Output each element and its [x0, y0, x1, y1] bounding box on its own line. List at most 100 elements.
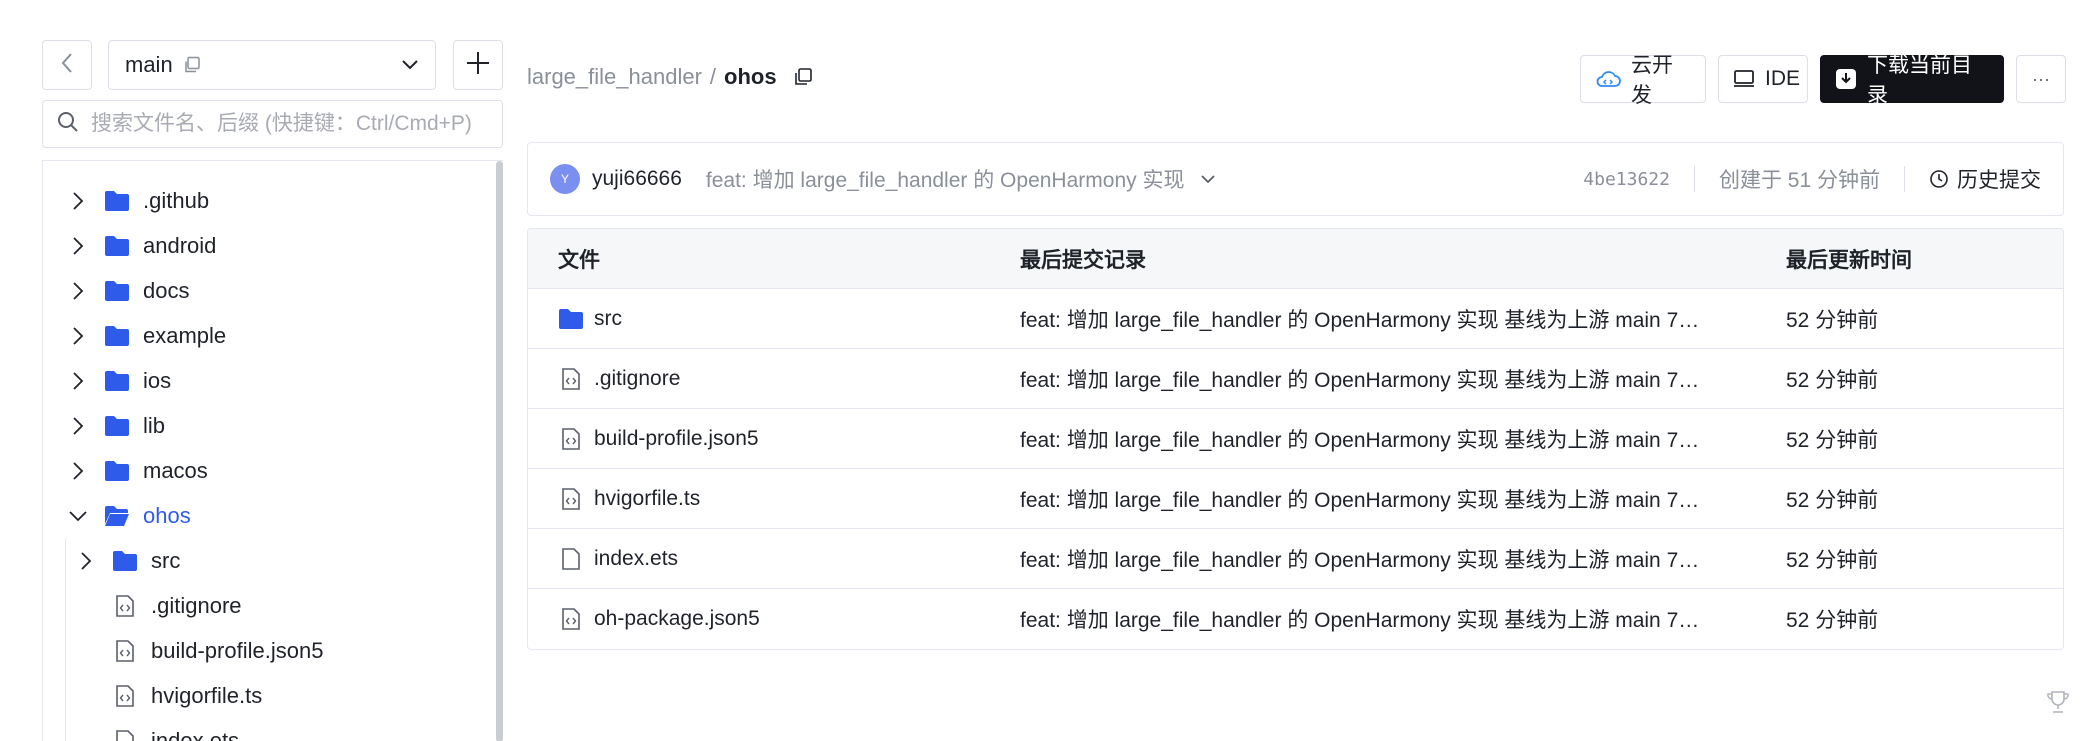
tree-item[interactable]: macos [63, 451, 208, 491]
history-button[interactable]: 历史提交 [1929, 164, 2041, 194]
chevron-right-icon[interactable] [63, 326, 93, 346]
folder-icon [103, 370, 131, 392]
file-name-cell[interactable]: src [558, 307, 622, 331]
commit-author[interactable]: yuji66666 [592, 167, 682, 191]
tree-item-label: .github [143, 188, 210, 213]
folder-icon [103, 235, 131, 257]
search-icon [57, 111, 79, 138]
tree-item[interactable]: example [63, 316, 226, 356]
chevron-right-icon[interactable] [63, 236, 93, 256]
copy-icon[interactable] [793, 67, 813, 87]
chevron-right-icon[interactable] [63, 191, 93, 211]
chevron-down-icon[interactable] [63, 510, 93, 522]
updated-time-cell: 52 分钟前 [1786, 548, 1879, 572]
file-name-cell[interactable]: build-profile.json5 [558, 427, 759, 451]
add-button[interactable] [453, 40, 503, 90]
branch-select[interactable]: main [108, 40, 436, 90]
avatar[interactable]: Y [550, 164, 580, 194]
folder-icon [103, 460, 131, 482]
tree-item[interactable]: .github [63, 181, 209, 221]
more-icon: ··· [2032, 68, 2050, 89]
tree-item-label: .gitignore [151, 593, 242, 618]
search-input[interactable] [91, 112, 488, 136]
file-name-cell[interactable]: hvigorfile.ts [558, 487, 700, 511]
cloud-dev-button[interactable]: 云开发 [1580, 54, 1706, 107]
tree-item[interactable]: build-profile.json5 [71, 631, 323, 671]
chevron-right-icon[interactable] [71, 551, 101, 571]
table-row[interactable]: build-profile.json5 feat: 增加 large_file_h… [528, 409, 2063, 469]
tree-item-label: android [143, 233, 217, 258]
folder-icon [103, 280, 131, 302]
folder-open-icon [103, 505, 131, 527]
tree-item[interactable]: ohos [63, 496, 191, 536]
history-label: 历史提交 [1957, 169, 2041, 192]
table-row[interactable]: index.ets feat: 增加 large_file_handler 的 O… [528, 529, 2063, 589]
file-icon [111, 729, 139, 741]
back-button[interactable] [42, 40, 92, 90]
file-table: 文件 最后提交记录 最后更新时间 src feat: 增加 large_file_… [527, 228, 2064, 650]
file-name[interactable]: hvigorfile.ts [594, 487, 700, 511]
file-name[interactable]: build-profile.json5 [594, 427, 759, 451]
tree-item[interactable]: index.ets [71, 721, 239, 741]
chevron-right-icon[interactable] [63, 371, 93, 391]
tree-item-label: docs [143, 278, 190, 303]
commit-message-cell[interactable]: feat: 增加 large_file_handler 的 OpenHarmon… [1020, 424, 1730, 454]
divider [1904, 166, 1905, 192]
tree-item[interactable]: lib [63, 406, 165, 446]
commit-message-cell[interactable]: feat: 增加 large_file_handler 的 OpenHarmon… [1020, 484, 1730, 514]
cloud-dev-label: 云开发 [1631, 54, 1673, 107]
tree-item-label: macos [143, 458, 208, 483]
table-row[interactable]: oh-package.json5 feat: 增加 large_file_hand… [528, 589, 2063, 649]
folder-icon [103, 325, 131, 347]
table-row[interactable]: hvigorfile.ts feat: 增加 large_file_handler… [528, 469, 2063, 529]
tree-item-label: lib [143, 413, 166, 438]
tree-item[interactable]: .gitignore [71, 586, 242, 626]
ide-button[interactable]: IDE [1718, 55, 1808, 103]
tree-scrollbar[interactable] [496, 161, 503, 741]
clock-icon [1929, 169, 1949, 189]
trophy-icon[interactable] [2030, 662, 2086, 741]
chevron-right-icon[interactable] [63, 461, 93, 481]
branch-name: main [125, 52, 173, 77]
table-row[interactable]: src feat: 增加 large_file_handler 的 OpenHar… [528, 289, 2063, 349]
table-row[interactable]: .gitignore feat: 增加 large_file_handler 的 … [528, 349, 2063, 409]
tree-item-label: ohos [143, 503, 191, 528]
file-search[interactable] [42, 100, 503, 148]
tree-item[interactable]: ios [63, 361, 171, 401]
commit-hash[interactable]: 4be13622 [1583, 169, 1670, 190]
commit-message-cell[interactable]: feat: 增加 large_file_handler 的 OpenHarmon… [1020, 364, 1730, 394]
commit-message-cell[interactable]: feat: 增加 large_file_handler 的 OpenHarmon… [1020, 604, 1730, 634]
divider [1693, 166, 1695, 192]
commit-message-cell[interactable]: feat: 增加 large_file_handler 的 OpenHarmon… [1020, 304, 1730, 334]
tree-item[interactable]: android [63, 226, 216, 266]
file-name[interactable]: oh-package.json5 [594, 607, 760, 631]
updated-time-cell: 52 分钟前 [1786, 488, 1879, 512]
file-name-cell[interactable]: index.ets [558, 547, 678, 571]
chevron-right-icon[interactable] [63, 416, 93, 436]
file-icon [558, 547, 584, 571]
download-directory-button[interactable]: 下载当前目录 [1820, 54, 2004, 107]
code-file-icon [558, 367, 584, 391]
commit-message[interactable]: feat: 增加 large_file_handler 的 OpenHarmon… [706, 164, 1185, 194]
code-file-icon [111, 684, 139, 708]
file-name[interactable]: src [594, 307, 622, 331]
tree-item[interactable]: hvigorfile.ts [71, 676, 262, 716]
tree-item[interactable]: docs [63, 271, 189, 311]
file-name-cell[interactable]: oh-package.json5 [558, 607, 760, 631]
tree-item[interactable]: src [71, 541, 180, 581]
chevron-right-icon[interactable] [63, 281, 93, 301]
copy-icon[interactable] [183, 56, 201, 74]
table-header: 文件 最后提交记录 最后更新时间 [528, 229, 2063, 289]
updated-time-cell: 52 分钟前 [1786, 609, 1879, 632]
breadcrumb-root[interactable]: large_file_handler [527, 64, 702, 90]
file-name[interactable]: .gitignore [594, 367, 680, 391]
code-file-icon [111, 639, 139, 663]
more-button[interactable]: ··· [2016, 55, 2066, 103]
breadcrumb-current: ohos [724, 64, 777, 89]
file-name[interactable]: index.ets [594, 547, 678, 571]
file-name-cell[interactable]: .gitignore [558, 367, 680, 391]
chevron-down-icon[interactable] [1200, 174, 1216, 184]
commit-message-cell[interactable]: feat: 增加 large_file_handler 的 OpenHarmon… [1020, 544, 1730, 574]
tree-item-label: ios [143, 368, 172, 393]
updated-time-cell: 52 分钟前 [1786, 368, 1879, 392]
